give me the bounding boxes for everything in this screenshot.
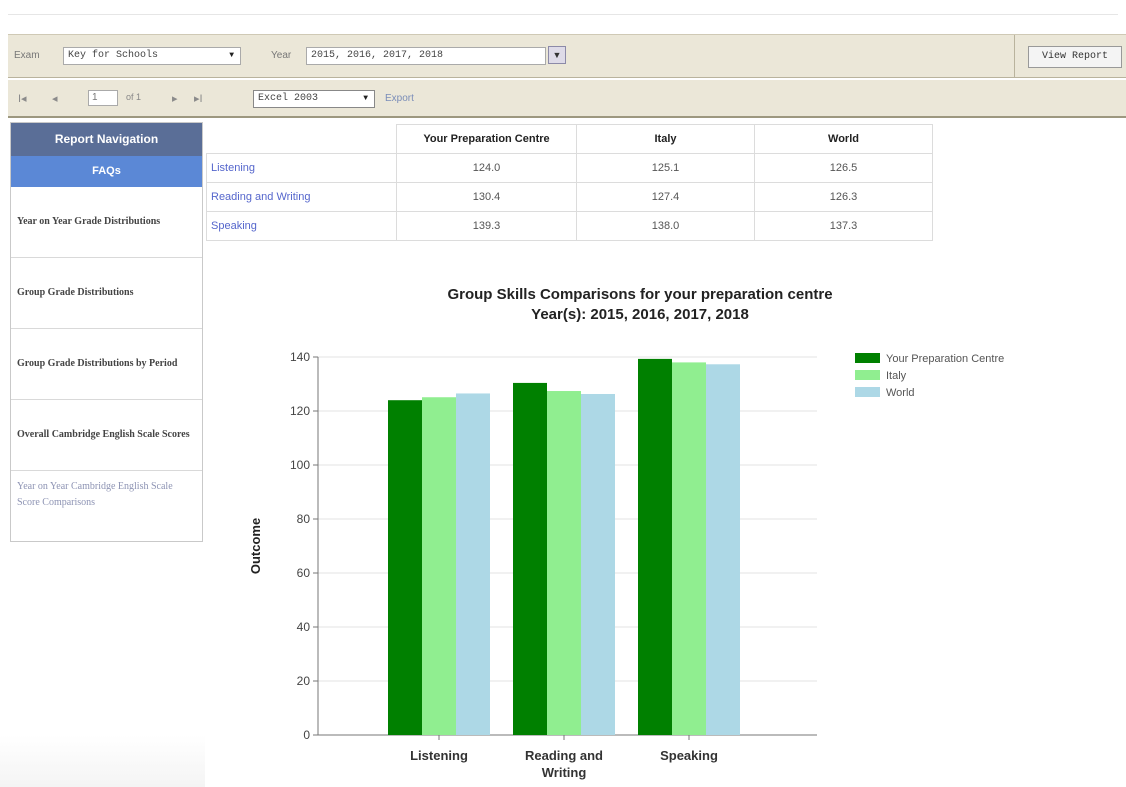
legend-label: Italy [886, 370, 907, 382]
table-cell: 127.4 [576, 182, 755, 212]
bar [388, 400, 422, 735]
table-header [207, 125, 397, 154]
sidebar-item-label: Overall Cambridge English Scale Scores [17, 429, 190, 440]
scores-table: Your Preparation Centre Italy World List… [206, 124, 933, 241]
chart-subtitle: Year(s): 2015, 2016, 2017, 2018 [531, 306, 749, 323]
legend-swatch [855, 353, 880, 363]
year-label: Year [271, 50, 292, 61]
x-tick-label: Reading and [525, 748, 603, 763]
year-select-value: 2015, 2016, 2017, 2018 [311, 50, 444, 61]
next-page-icon[interactable]: ▸ [172, 92, 178, 105]
top-divider [8, 14, 1118, 15]
table-header: Your Preparation Centre [396, 124, 577, 154]
first-page-icon[interactable]: I◂ [18, 92, 27, 105]
export-link[interactable]: Export [385, 93, 414, 104]
x-tick-label: Writing [542, 765, 587, 780]
exam-select[interactable]: Key for Schools ▼ [63, 47, 241, 65]
page-fade [0, 735, 205, 787]
legend-swatch [855, 387, 880, 397]
sidebar-item-year-on-year-grade[interactable]: Year on Year Grade Distributions [11, 187, 202, 258]
exam-select-value: Key for Schools [68, 50, 159, 61]
y-tick-label: 0 [303, 728, 310, 742]
export-format-value: Excel 2003 [258, 93, 319, 104]
report-navigation-sidebar: Report Navigation FAQs Year on Year Grad… [10, 122, 203, 542]
last-page-icon[interactable]: ▸I [194, 92, 203, 105]
y-tick-label: 120 [290, 404, 310, 418]
sidebar-item-scale-score-comparisons[interactable]: Year on Year Cambridge English Scale Sco… [11, 471, 202, 542]
chevron-down-icon: ▼ [363, 94, 368, 103]
chart-title: Group Skills Comparisons for your prepar… [447, 286, 832, 303]
page-count: of 1 [126, 92, 142, 102]
skills-comparison-chart: Group Skills Comparisons for your prepar… [248, 286, 1004, 780]
table-row: Listening 124.0 125.1 126.5 [206, 153, 933, 183]
bar [581, 393, 615, 735]
table-cell: 138.0 [576, 211, 755, 241]
table-cell: 126.3 [754, 182, 933, 212]
table-row: Speaking 139.3 138.0 137.3 [206, 211, 933, 241]
row-label-link[interactable]: Speaking [206, 211, 397, 241]
exam-label: Exam [14, 50, 40, 61]
faqs-button[interactable]: FAQs [11, 156, 202, 187]
table-header: Italy [576, 124, 755, 154]
row-label-link[interactable]: Listening [206, 153, 397, 183]
sidebar-item-label: Group Grade Distributions [17, 287, 134, 298]
previous-page-icon[interactable]: ◂ [52, 92, 58, 105]
legend-swatch [855, 370, 880, 380]
y-tick-label: 20 [297, 674, 311, 688]
bar [513, 382, 547, 735]
chevron-down-icon: ▼ [552, 50, 562, 60]
x-tick-label: Listening [410, 748, 468, 763]
page-number-input[interactable]: 1 [88, 90, 118, 106]
report-toolbar: I◂ ◂ 1 of 1 ▸ ▸I Excel 2003 ▼ Export [8, 80, 1126, 118]
legend-label: World [886, 387, 915, 399]
y-axis-label: Outcome [248, 518, 263, 574]
sidebar-item-overall-scale-scores[interactable]: Overall Cambridge English Scale Scores [11, 400, 202, 471]
y-tick-label: 40 [297, 620, 311, 634]
sidebar-item-label: Year on Year Cambridge English Scale Sco… [17, 481, 173, 508]
view-report-button[interactable]: View Report [1028, 46, 1122, 68]
row-label-link[interactable]: Reading and Writing [206, 182, 397, 212]
table-cell: 125.1 [576, 153, 755, 183]
legend-label: Your Preparation Centre [886, 353, 1004, 365]
export-format-select[interactable]: Excel 2003 ▼ [253, 90, 375, 108]
table-cell: 137.3 [754, 211, 933, 241]
bar [638, 358, 672, 735]
table-cell: 130.4 [396, 182, 577, 212]
bar [706, 364, 740, 735]
y-tick-label: 100 [290, 458, 310, 472]
toolbar-divider [1014, 35, 1015, 77]
y-tick-label: 80 [297, 512, 311, 526]
y-tick-label: 140 [290, 350, 310, 364]
parameter-toolbar: Exam Key for Schools ▼ Year 2015, 2016, … [8, 34, 1126, 78]
table-row: Reading and Writing 130.4 127.4 126.3 [206, 182, 933, 212]
x-tick-label: Speaking [660, 748, 718, 763]
y-tick-label: 60 [297, 566, 311, 580]
table-cell: 124.0 [396, 153, 577, 183]
table-cell: 139.3 [396, 211, 577, 241]
bar [672, 362, 706, 735]
bar [456, 393, 490, 735]
table-header-row: Your Preparation Centre Italy World [207, 124, 933, 154]
bar [547, 391, 581, 735]
year-dropdown-button[interactable]: ▼ [548, 46, 566, 64]
sidebar-item-label: Group Grade Distributions by Period [17, 358, 178, 369]
table-cell: 126.5 [754, 153, 933, 183]
sidebar-item-group-grade[interactable]: Group Grade Distributions [11, 258, 202, 329]
table-header: World [754, 124, 933, 154]
report-navigation-header[interactable]: Report Navigation [11, 123, 202, 156]
sidebar-item-group-grade-by-period[interactable]: Group Grade Distributions by Period [11, 329, 202, 400]
bar [422, 397, 456, 735]
chevron-down-icon: ▼ [229, 51, 234, 60]
sidebar-item-label: Year on Year Grade Distributions [17, 216, 161, 227]
year-select[interactable]: 2015, 2016, 2017, 2018 [306, 47, 546, 65]
